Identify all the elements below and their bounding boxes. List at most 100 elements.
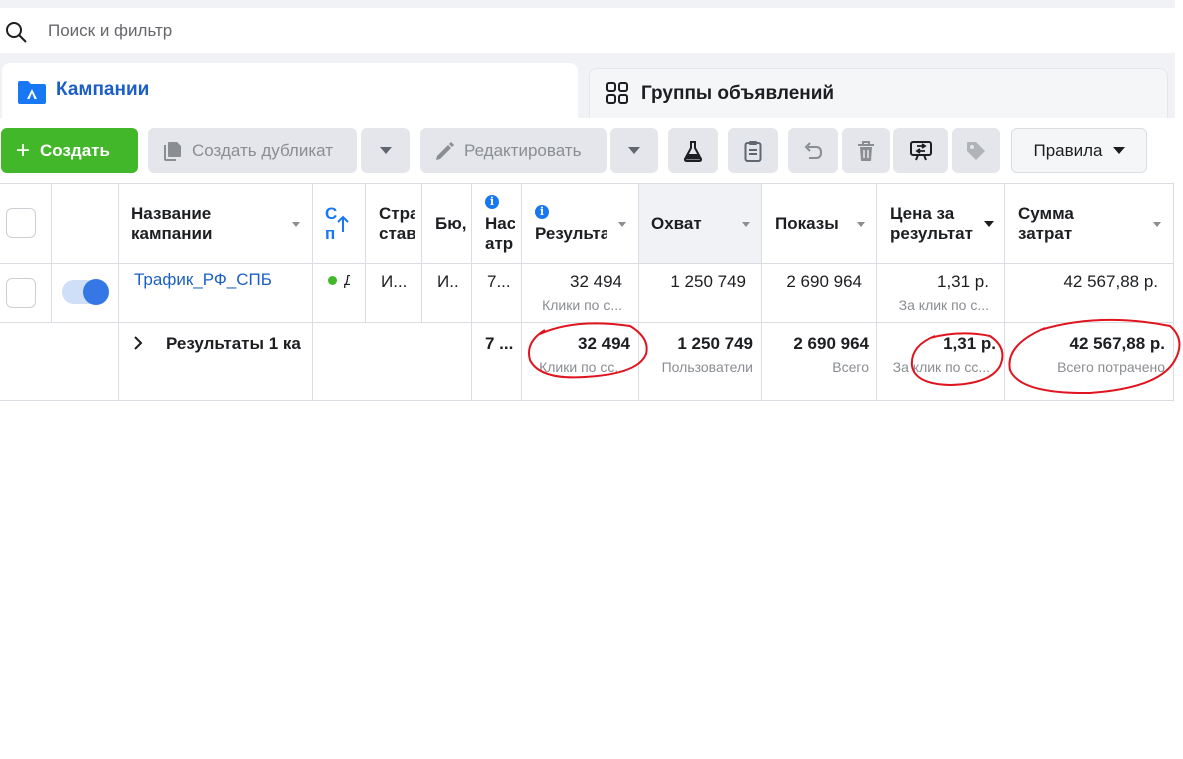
clipboard-icon [744,140,762,162]
col-divider [51,183,52,323]
swap-icon [909,140,932,160]
cost-per-result-type: За клик по с... [898,297,989,313]
header-attribution[interactable]: Нас атр [485,214,515,254]
reach-value: 1 250 749 [670,272,746,291]
bid-strategy-value: И... [381,272,408,291]
header-reach[interactable]: Охват [651,214,731,234]
edit-button[interactable]: Редактировать [420,128,607,173]
header-budget[interactable]: Бю, [435,214,467,234]
create-button-label: Создать [40,140,110,160]
campaign-toggle[interactable] [62,279,109,305]
duplicate-button[interactable]: Создать дубликат [148,128,357,173]
summary-label: Результаты 1 ка [166,334,301,353]
delete-button[interactable] [842,128,890,173]
col-divider [421,183,422,323]
amount-spent-value: 42 567,88 р. [1063,272,1158,291]
campaign-folder-icon [18,81,46,104]
toggle-knob [83,279,109,305]
summary-reach-value: 1 250 749 [677,334,753,353]
table-border-top [0,183,1174,184]
duplicate-dropdown-button[interactable] [361,128,410,173]
summary-results-type: Клики по сс... [539,359,626,375]
toolbar: + Создать Создать дубликат Редактировать [0,118,1175,184]
tag-button[interactable] [952,128,1000,173]
summary-cost-per-result-value: 1,31 р. [943,334,996,353]
header-bid-strategy[interactable]: Стра став [379,204,415,244]
tab-adsets-label: Группы объявлений [641,83,835,104]
tab-campaigns[interactable]: Кампании [2,63,578,121]
chevron-down-icon[interactable] [1153,222,1161,227]
select-all-checkbox[interactable] [6,208,36,238]
flask-icon [683,140,703,162]
delivery-status: Д [344,272,350,289]
cost-per-result-value: 1,31 р. [937,272,989,291]
summary-amount-spent-type: Всего потрачено [1057,359,1165,375]
pencil-icon [436,141,454,160]
chevron-down-icon [379,147,392,154]
duplicate-button-label: Создать дубликат [192,140,334,160]
campaign-name-link[interactable]: Трафик_РФ_СПБ [134,270,304,290]
budget-value: И.. [437,272,459,291]
header-amount-spent[interactable]: Сумма затрат [1018,204,1138,244]
col-divider [365,183,366,323]
col-divider [471,183,472,401]
chevron-down-icon [628,147,640,154]
info-icon[interactable]: i [535,205,549,219]
create-button[interactable]: + Создать [1,128,138,173]
sort-ascending-icon[interactable] [336,215,350,233]
header-divider [0,263,1174,264]
summary-results-value: 32 494 [578,334,630,353]
row-divider [0,322,1174,323]
grid-icon [606,82,628,104]
campaigns-table: Название кампании С п Стра став Бю, i На… [0,183,1175,401]
trash-icon [858,140,874,161]
attribution-value: 7... [487,272,511,291]
summary-amount-spent-value: 42 567,88 р. [1069,334,1165,353]
summary-impressions-type: Всего [832,359,869,375]
edit-button-label: Редактировать [464,140,582,160]
tab-campaigns-label: Кампании [56,79,150,100]
chevron-right-icon[interactable] [133,336,143,350]
rules-button[interactable]: Правила [1011,128,1147,173]
info-icon[interactable]: i [485,195,499,209]
results-value: 32 494 [570,272,622,291]
clipboard-button[interactable] [728,128,778,173]
header-cost-per-result[interactable]: Цена за результат [890,204,973,244]
undo-button[interactable] [788,128,838,173]
tag-icon [967,141,985,160]
rules-button-label: Правила [1033,140,1103,160]
summary-reach-type: Пользователи [661,359,753,375]
level-tabs: Кампании Группы объявлений [0,53,1175,121]
header-impressions[interactable]: Показы [775,214,855,234]
table-border-bottom [0,400,1174,401]
search-bar[interactable]: Поиск и фильтр [0,8,1175,53]
chevron-down-icon[interactable] [292,222,300,227]
duplicate-icon [164,141,181,161]
top-strip [0,0,1175,8]
chevron-down-icon[interactable] [618,222,626,227]
results-type: Клики по с... [542,297,622,313]
undo-icon [804,141,823,159]
summary-impressions-value: 2 690 964 [793,334,869,353]
chevron-down-icon[interactable] [984,221,994,227]
summary-attribution: 7 ... [485,334,514,353]
impressions-value: 2 690 964 [786,272,862,291]
plus-icon: + [16,136,31,164]
chevron-down-icon[interactable] [742,222,750,227]
edit-dropdown-button[interactable] [610,128,658,173]
col-divider [118,183,119,401]
header-results[interactable]: Результа [535,224,607,244]
row-checkbox[interactable] [6,278,36,308]
search-icon [6,22,27,43]
chevron-down-icon[interactable] [857,222,865,227]
col-divider [1173,183,1174,401]
header-campaign-name[interactable]: Название кампании [131,204,291,244]
search-input[interactable]: Поиск и фильтр [48,21,172,41]
compare-button[interactable] [893,128,948,173]
summary-cost-per-result-type: За клик по сс... [892,359,990,375]
ab-test-button[interactable] [668,128,718,173]
delivery-status-dot [328,276,337,285]
tab-adsets[interactable]: Группы объявлений [589,68,1168,118]
chevron-down-icon [1112,147,1125,154]
col-divider [312,183,313,401]
